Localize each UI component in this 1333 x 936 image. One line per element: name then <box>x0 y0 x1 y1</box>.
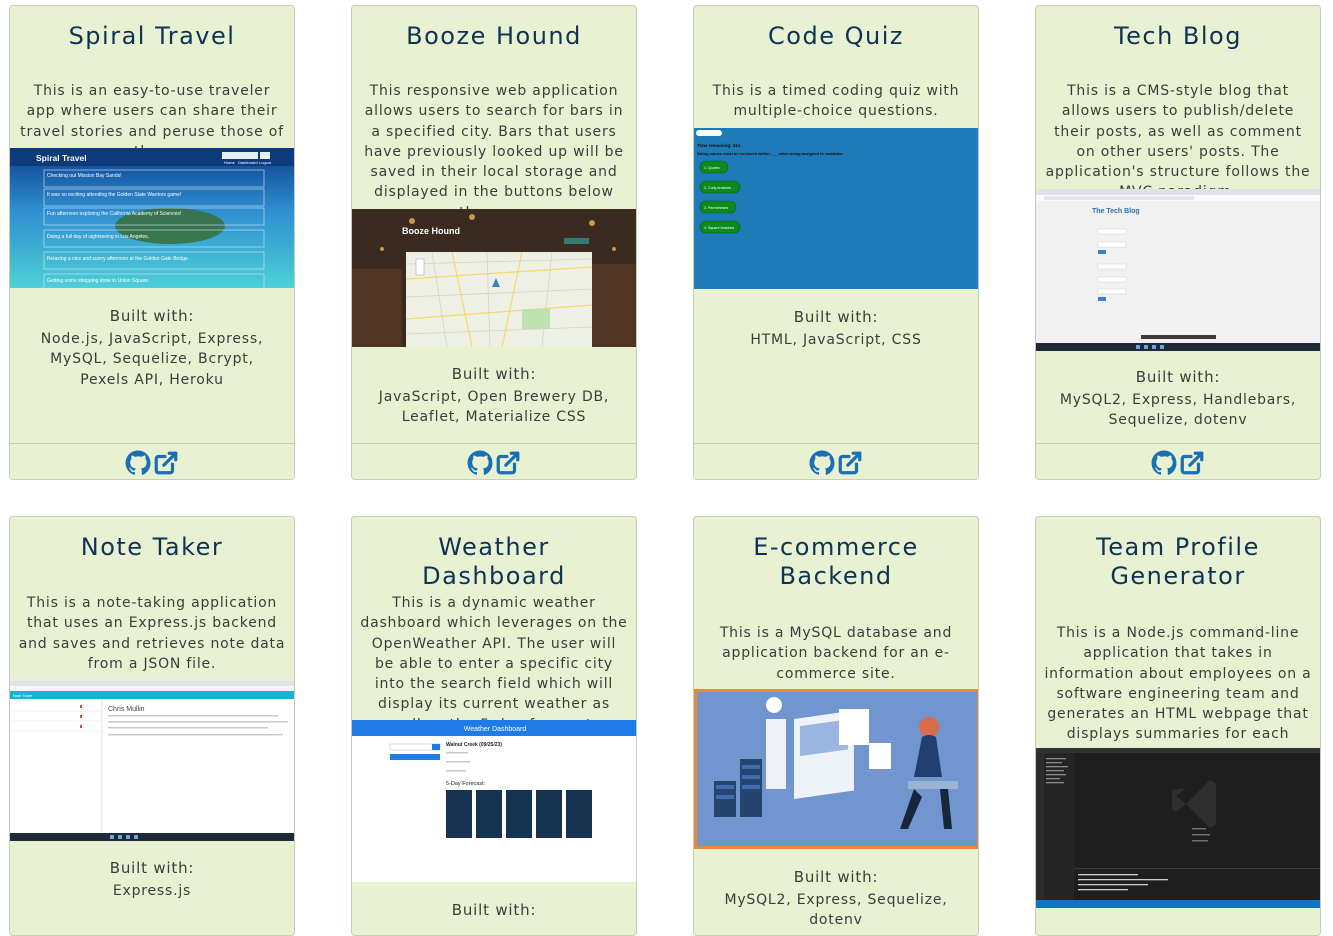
external-link-icon[interactable] <box>837 450 863 476</box>
built-with: Built with: MySQL2, Express, Sequelize, … <box>694 867 978 931</box>
built-with-tech: MySQL2, Express, Handlebars, Sequelize, … <box>1059 391 1297 429</box>
github-icon[interactable] <box>125 450 151 476</box>
project-screenshot[interactable]: Time remaining: 41s String values must b… <box>694 128 978 289</box>
project-screenshot[interactable]: Spiral Travel Home Dashboard Logout Chec… <box>10 148 294 288</box>
project-card-weather-dashboard: Weather Dashboard This is a dynamic weat… <box>351 516 637 936</box>
card-footer <box>10 443 294 479</box>
built-with-tech: Node.js, JavaScript, Express, MySQL, Seq… <box>40 330 264 388</box>
built-with: Built with: Node.js, JavaScript, Express… <box>10 306 294 390</box>
screenshot-answer: 1. Quotes <box>704 166 720 170</box>
project-screenshot[interactable]: The Tech Blog <box>1036 189 1320 351</box>
project-screenshot[interactable]: Note Taker Chris Mullin <box>10 681 294 841</box>
built-with: Built with: HTML, JavaScript, CSS <box>694 307 978 350</box>
built-with-label: Built with: <box>451 901 537 919</box>
external-link-icon[interactable] <box>153 450 179 476</box>
project-screenshot[interactable]: Weather Dashboard Walnut Creek (09/25/23… <box>352 720 636 882</box>
external-link-icon[interactable] <box>1179 450 1205 476</box>
built-with-label: Built with: <box>1135 368 1221 386</box>
screenshot-timer: Time remaining: 41s <box>697 143 741 148</box>
project-description: This is a CMS-style blog that allows use… <box>1045 83 1311 200</box>
project-title: E-commerce Backend <box>753 533 919 590</box>
project-title: Note Taker <box>80 533 224 561</box>
screenshot-app-name: Note Taker <box>13 693 33 698</box>
screenshot-app-name: The Tech Blog <box>1092 208 1140 215</box>
screenshot-nav-logout: Logout <box>259 160 272 165</box>
built-with-tech: MySQL2, Express, Sequelize, dotenv <box>724 891 948 929</box>
project-screenshot[interactable]: Booze Hound <box>352 209 636 347</box>
project-title: Spiral Travel <box>68 22 236 50</box>
card-footer <box>1036 443 1320 479</box>
built-with: Built with: JavaScript, Open Brewery DB,… <box>352 364 636 428</box>
built-with-tech: JavaScript, Open Brewery DB, Leaflet, Ma… <box>378 388 610 426</box>
project-description: This is a Node.js command-line applicati… <box>1044 625 1312 763</box>
built-with: Built with: Express.js <box>10 858 294 901</box>
screenshot-app-name: Weather Dashboard <box>464 726 527 733</box>
project-description: This is a timed coding quiz with multipl… <box>712 83 960 120</box>
screenshot-question: String values must be enclosed within __… <box>697 151 843 156</box>
github-icon[interactable] <box>1151 450 1177 476</box>
screenshot-app-name: Spiral Travel <box>36 153 87 163</box>
built-with-tech: HTML, JavaScript, CSS <box>750 331 922 348</box>
external-link-icon[interactable] <box>495 450 521 476</box>
project-title: Tech Blog <box>1114 22 1242 50</box>
screenshot-answer: 4. Square brackets <box>704 226 734 230</box>
project-title: Weather Dashboard <box>422 533 566 590</box>
built-with-label: Built with: <box>109 859 195 877</box>
built-with-label: Built with: <box>793 868 879 886</box>
screenshot-post: Checking out Mission Bay Sands! <box>47 173 121 179</box>
project-card-tech-blog: Tech Blog This is a CMS-style blog that … <box>1035 5 1321 480</box>
screenshot-post: Getting some shopping done in Union Squa… <box>47 278 150 284</box>
built-with-tech: Express.js <box>112 882 192 899</box>
screenshot-post: It was so exciting attending the Golden … <box>47 192 181 198</box>
card-footer <box>694 443 978 479</box>
screenshot-post: Fun afternoon exploring the California A… <box>47 211 181 217</box>
built-with-label: Built with: <box>451 365 537 383</box>
built-with: Built with: <box>352 900 636 923</box>
screenshot-app-name: Booze Hound <box>402 226 460 236</box>
github-icon[interactable] <box>809 450 835 476</box>
built-with: Built with: MySQL2, Express, Handlebars,… <box>1036 367 1320 431</box>
project-card-note-taker: Note Taker This is a note-taking applica… <box>9 516 295 936</box>
project-card-booze-hound: Booze Hound This responsive web applicat… <box>351 5 637 480</box>
screenshot-nav-home: Home <box>224 160 235 165</box>
screenshot-post: Relaxing a nice and sunny afternoon at t… <box>47 256 189 262</box>
project-card-code-quiz: Code Quiz This is a timed coding quiz wi… <box>693 5 979 480</box>
project-card-spiral-travel: Spiral Travel This is an easy-to-use tra… <box>9 5 295 480</box>
screenshot-city: Walnut Creek (09/25/23) <box>446 742 502 748</box>
card-footer <box>352 443 636 479</box>
project-title: Team Profile Generator <box>1096 533 1260 590</box>
screenshot-forecast-label: 5-Day Forecast: <box>446 781 486 787</box>
screenshot-answer: 3. Parentheses <box>704 206 728 210</box>
screenshot-answer: 2. Curly brackets <box>704 186 731 190</box>
github-icon[interactable] <box>467 450 493 476</box>
screenshot-post: Doing a full day of sightseeing in Los A… <box>47 234 149 240</box>
project-title: Booze Hound <box>406 22 582 50</box>
project-description: This is a MySQL database and application… <box>719 625 953 682</box>
project-screenshot[interactable] <box>694 689 978 849</box>
project-card-ecommerce-backend: E-commerce Backend This is a MySQL datab… <box>693 516 979 936</box>
screenshot-note-title: Chris Mullin <box>108 706 145 713</box>
project-description: This responsive web application allows u… <box>364 83 624 221</box>
screenshot-nav-dashboard: Dashboard <box>238 160 258 165</box>
project-screenshot[interactable] <box>1036 748 1320 908</box>
project-description: This is a note-taking application that u… <box>18 595 286 672</box>
project-description: This is a dynamic weather dashboard whic… <box>360 595 628 733</box>
built-with-label: Built with: <box>793 308 879 326</box>
project-title: Code Quiz <box>768 22 904 50</box>
built-with-label: Built with: <box>109 307 195 325</box>
project-card-team-profile-generator: Team Profile Generator This is a Node.js… <box>1035 516 1321 936</box>
